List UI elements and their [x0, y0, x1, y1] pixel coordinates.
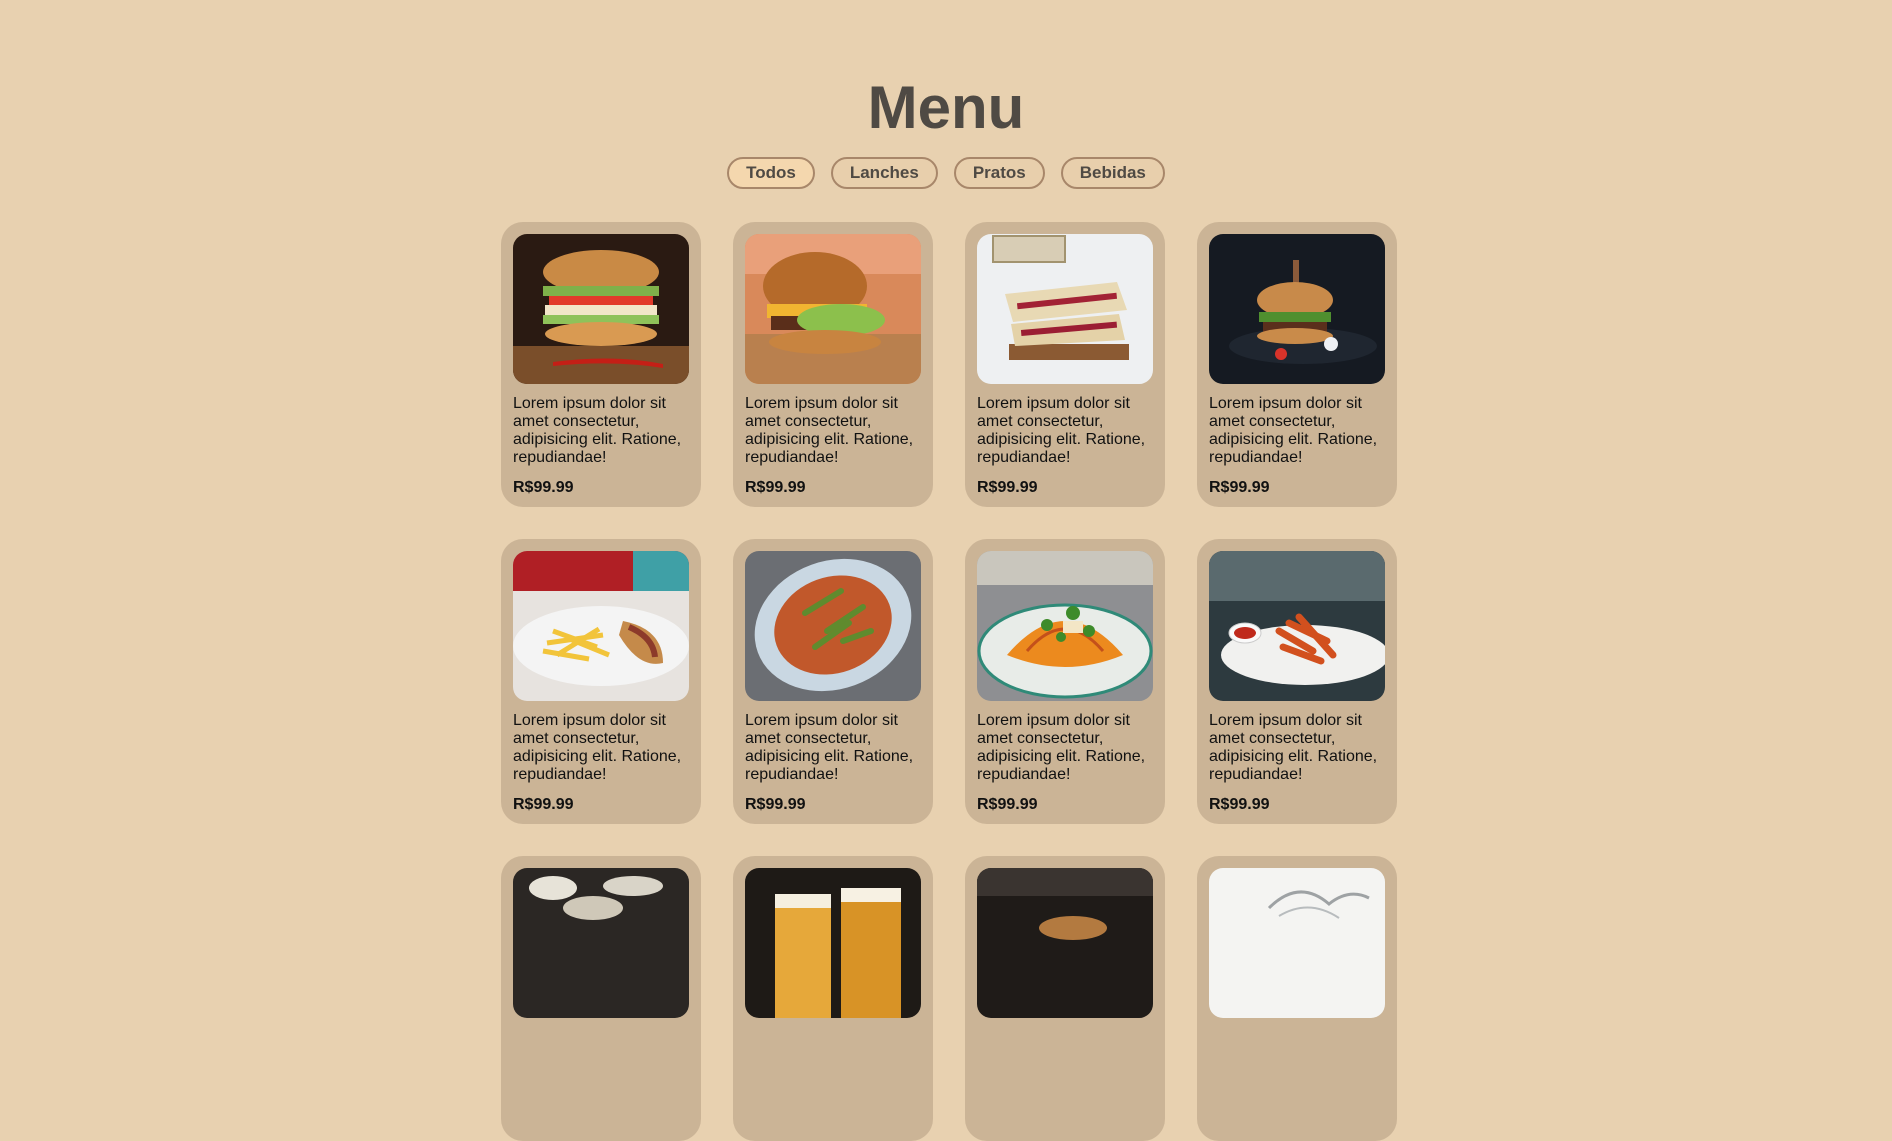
- item-description: Lorem ipsum dolor sit amet consectetur, …: [1209, 712, 1378, 783]
- item-price: R$99.99: [977, 796, 1038, 813]
- menu-card[interactable]: Lorem ipsum dolor sit amet consectetur, …: [1197, 539, 1397, 824]
- filter-bar: Todos Lanches Pratos Bebidas: [0, 157, 1892, 189]
- menu-card[interactable]: Lorem ipsum dolor sit amet consectetur, …: [733, 222, 933, 507]
- menu-card[interactable]: Lorem ipsum dolor sit amet consectetur, …: [965, 222, 1165, 507]
- cheeseburger-photo: [745, 234, 921, 384]
- burger-dark-photo: [1209, 234, 1385, 384]
- menu-grid: Lorem ipsum dolor sit amet consectetur, …: [501, 222, 1397, 1141]
- item-description: Lorem ipsum dolor sit amet consectetur, …: [513, 395, 682, 466]
- menu-card[interactable]: Lorem ipsum dolor sit amet consectetur, …: [965, 539, 1165, 824]
- item-price: R$99.99: [1209, 479, 1270, 496]
- menu-card[interactable]: [1197, 856, 1397, 1141]
- water-splash-photo: [1209, 868, 1385, 1018]
- filter-todos-button[interactable]: Todos: [727, 157, 815, 189]
- menu-card[interactable]: Lorem ipsum dolor sit amet consectetur, …: [501, 539, 701, 824]
- menu-card[interactable]: Lorem ipsum dolor sit amet consectetur, …: [1197, 222, 1397, 507]
- filter-bebidas-button[interactable]: Bebidas: [1060, 157, 1165, 189]
- item-description: Lorem ipsum dolor sit amet consectetur, …: [977, 395, 1146, 466]
- menu-card[interactable]: Lorem ipsum dolor sit amet consectetur, …: [501, 222, 701, 507]
- item-description: Lorem ipsum dolor sit amet consectetur, …: [1209, 395, 1378, 466]
- item-price: R$99.99: [977, 479, 1038, 496]
- item-price: R$99.99: [513, 479, 574, 496]
- item-price: R$99.99: [745, 796, 806, 813]
- coffee-cup-photo: [977, 868, 1153, 1018]
- item-price: R$99.99: [1209, 796, 1270, 813]
- burger-stack-photo: [513, 234, 689, 384]
- menu-card[interactable]: [501, 856, 701, 1141]
- sandwich-photo: [977, 234, 1153, 384]
- item-description: Lorem ipsum dolor sit amet consectetur, …: [513, 712, 682, 783]
- item-price: R$99.99: [513, 796, 574, 813]
- menu-card[interactable]: Lorem ipsum dolor sit amet consectetur, …: [733, 539, 933, 824]
- item-description: Lorem ipsum dolor sit amet consectetur, …: [745, 712, 914, 783]
- seafood-shell-photo: [977, 551, 1153, 701]
- menu-card[interactable]: [733, 856, 933, 1141]
- filter-pratos-button[interactable]: Pratos: [953, 157, 1045, 189]
- item-description: Lorem ipsum dolor sit amet consectetur, …: [745, 395, 914, 466]
- item-description: Lorem ipsum dolor sit amet consectetur, …: [977, 712, 1146, 783]
- item-price: R$99.99: [745, 479, 806, 496]
- drink-photo: [513, 868, 689, 1018]
- page-title: Menu: [867, 74, 1025, 141]
- fried-appetizer-photo: [1209, 551, 1385, 701]
- hotdog-fries-photo: [513, 551, 689, 701]
- beer-glasses-photo: [745, 868, 921, 1018]
- okra-dish-photo: [745, 551, 921, 701]
- menu-card[interactable]: [965, 856, 1165, 1141]
- filter-lanches-button[interactable]: Lanches: [830, 157, 938, 189]
